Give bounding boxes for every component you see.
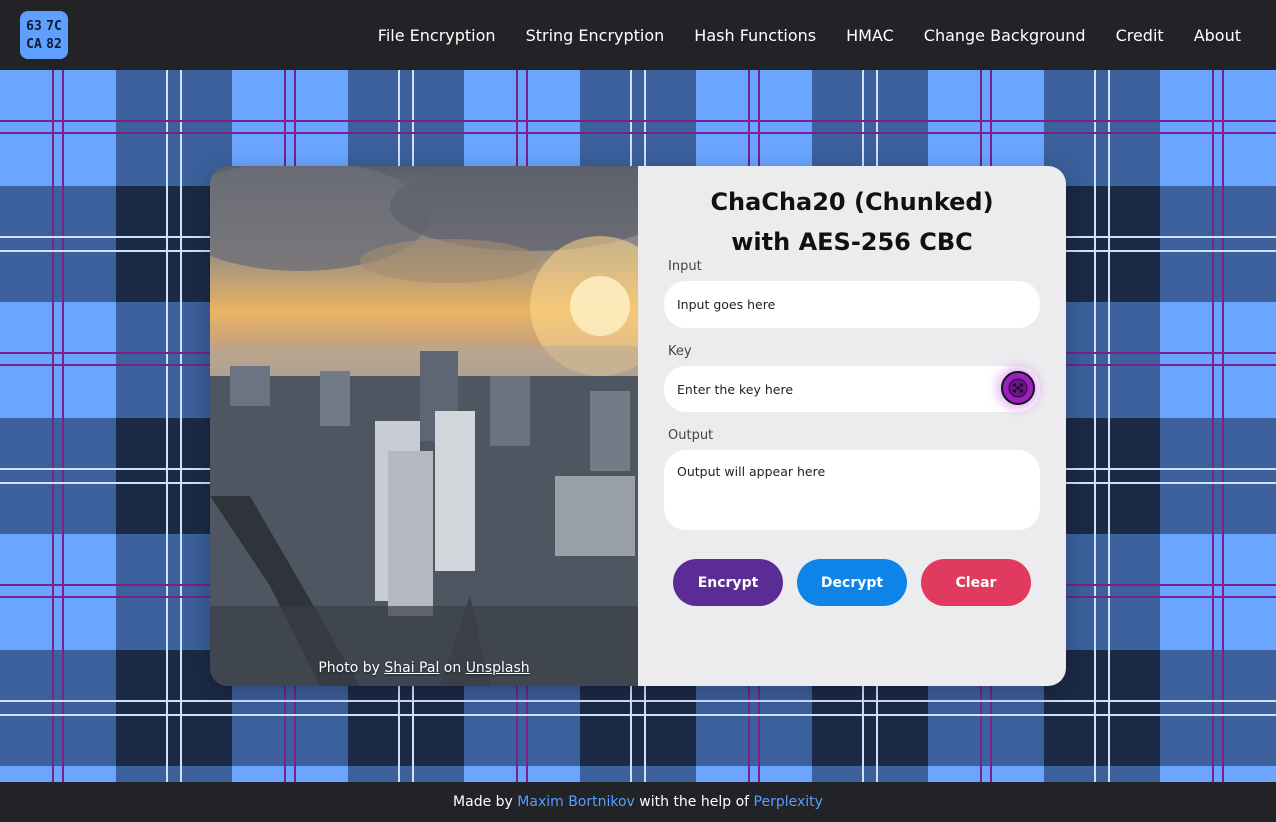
credit-prefix: Photo by bbox=[318, 660, 385, 676]
key-label: Key bbox=[668, 344, 692, 359]
logo-cell: CA bbox=[26, 36, 42, 52]
clear-button[interactable]: Clear bbox=[921, 559, 1031, 606]
key-field[interactable] bbox=[664, 366, 1040, 412]
nav-file-encryption[interactable]: File Encryption bbox=[378, 26, 496, 45]
unsplash-link[interactable]: Unsplash bbox=[466, 660, 530, 676]
logo-cell: 63 bbox=[26, 18, 42, 34]
footer-middle: with the help of bbox=[634, 794, 754, 810]
city-skyline-illustration bbox=[210, 166, 638, 686]
page-footer: Made by Maxim Bortnikov with the help of… bbox=[0, 782, 1276, 822]
title-line-2: with AES-256 CBC bbox=[731, 228, 973, 256]
logo-cell: 7C bbox=[46, 18, 62, 34]
output-label: Output bbox=[668, 428, 714, 443]
generate-key-button[interactable] bbox=[1001, 371, 1035, 405]
logo-cell: 82 bbox=[46, 36, 62, 52]
app-logo[interactable]: 63 7C CA 82 bbox=[20, 11, 68, 59]
photo-credit: Photo by Shai Pal on Unsplash bbox=[210, 660, 638, 676]
main-nav: File Encryption String Encryption Hash F… bbox=[378, 0, 1241, 70]
photographer-link[interactable]: Shai Pal bbox=[384, 660, 439, 676]
input-label: Input bbox=[668, 259, 702, 274]
nav-change-background[interactable]: Change Background bbox=[924, 26, 1086, 45]
nav-hmac[interactable]: HMAC bbox=[846, 26, 894, 45]
encrypt-button[interactable]: Encrypt bbox=[673, 559, 783, 606]
output-field[interactable] bbox=[664, 450, 1040, 530]
top-navbar: 63 7C CA 82 File Encryption String Encry… bbox=[0, 0, 1276, 70]
nav-hash-functions[interactable]: Hash Functions bbox=[694, 26, 816, 45]
footer-prefix: Made by bbox=[453, 794, 518, 810]
nav-credit[interactable]: Credit bbox=[1116, 26, 1164, 45]
decrypt-button[interactable]: Decrypt bbox=[797, 559, 907, 606]
input-field[interactable] bbox=[664, 281, 1040, 328]
credit-middle: on bbox=[439, 660, 466, 676]
panel-title: ChaCha20 (Chunked) with AES-256 CBC bbox=[638, 182, 1066, 262]
city-photo: Photo by Shai Pal on Unsplash bbox=[210, 166, 638, 686]
nav-about[interactable]: About bbox=[1194, 26, 1241, 45]
cipher-panel: ChaCha20 (Chunked) with AES-256 CBC Inpu… bbox=[638, 166, 1066, 686]
author-link[interactable]: Maxim Bortnikov bbox=[517, 794, 635, 810]
title-line-1: ChaCha20 (Chunked) bbox=[710, 188, 994, 216]
encryption-card: Photo by Shai Pal on Unsplash ChaCha20 (… bbox=[210, 166, 1066, 686]
perplexity-link[interactable]: Perplexity bbox=[754, 794, 823, 810]
nav-string-encryption[interactable]: String Encryption bbox=[526, 26, 665, 45]
dice-icon bbox=[1008, 378, 1028, 398]
